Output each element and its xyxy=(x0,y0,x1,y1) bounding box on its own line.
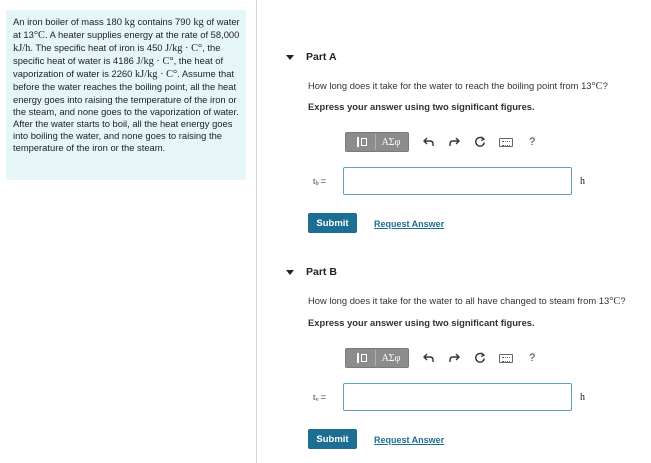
variable-label: tb = xyxy=(313,176,343,187)
collapse-triangle-icon[interactable] xyxy=(286,269,294,275)
keyboard-icon[interactable] xyxy=(499,351,513,365)
question-unit: °C xyxy=(591,81,603,92)
equals-sign: = xyxy=(320,175,327,186)
part-a-instruction: Express your answer using two significan… xyxy=(308,101,535,112)
keyboard-icon[interactable] xyxy=(499,135,513,149)
templates-button[interactable] xyxy=(348,134,376,150)
column-divider xyxy=(256,0,257,463)
question-unit: °C xyxy=(609,296,621,307)
part-b-answer-row: tv = h xyxy=(313,383,585,411)
part-a-title: Part A xyxy=(306,51,337,63)
unit-text: kJ/kg · C° xyxy=(134,69,178,81)
reset-icon[interactable] xyxy=(473,351,487,365)
part-a-submit-button[interactable]: Submit xyxy=(308,213,357,233)
answer-unit: h xyxy=(580,391,585,403)
variable-subscript: v xyxy=(315,395,319,403)
part-b-request-answer-link[interactable]: Request Answer xyxy=(374,435,444,445)
part-a-header[interactable]: Part A xyxy=(286,51,337,63)
question-end: ? xyxy=(602,80,608,91)
problem-text: contains 790 xyxy=(137,16,191,27)
part-a-request-answer-link[interactable]: Request Answer xyxy=(374,219,444,229)
greek-symbols-button[interactable]: ΑΣφ xyxy=(376,350,406,366)
variable-label: tv = xyxy=(313,392,343,403)
redo-icon[interactable] xyxy=(447,135,461,149)
problem-text: An iron boiler of mass 180 xyxy=(13,16,122,27)
equals-sign: = xyxy=(320,391,327,402)
unit-text: kg xyxy=(124,17,135,28)
part-a-answer-row: tb = h xyxy=(313,167,585,195)
unit-text: kJ/h xyxy=(13,43,31,55)
question-end: ? xyxy=(620,295,626,306)
part-a-math-toolbar: ΑΣφ ? xyxy=(345,129,566,155)
unit-text: kg xyxy=(193,17,204,28)
part-b-math-toolbar: ΑΣφ ? xyxy=(345,345,566,371)
unit-text: J/kg · C° xyxy=(136,56,174,68)
part-a-question: How long does it take for the water to r… xyxy=(308,80,608,92)
part-b-title: Part B xyxy=(306,266,337,278)
answer-unit: h xyxy=(580,175,585,187)
problem-text: . A heater supplies energy at the rate o… xyxy=(44,29,240,41)
unit-text: °C xyxy=(33,30,45,42)
question-text: How long does it take for the water to r… xyxy=(308,80,592,91)
redo-icon[interactable] xyxy=(447,351,461,365)
part-b-answer-input[interactable] xyxy=(343,383,572,411)
part-b-header[interactable]: Part B xyxy=(286,266,337,278)
templates-icon xyxy=(356,137,367,147)
greek-symbols-button[interactable]: ΑΣφ xyxy=(376,134,406,150)
problem-statement: An iron boiler of mass 180 kg contains 7… xyxy=(6,10,246,180)
reset-icon[interactable] xyxy=(473,135,487,149)
part-b-instruction: Express your answer using two significan… xyxy=(308,317,535,328)
part-b-submit-button[interactable]: Submit xyxy=(308,429,357,449)
problem-text: . Assume that before the water reaches t… xyxy=(13,68,239,153)
templates-button[interactable] xyxy=(348,350,376,366)
toolbar-button-group: ΑΣφ xyxy=(345,132,409,152)
part-b-question: How long does it take for the water to a… xyxy=(308,295,626,307)
part-a-answer-input[interactable] xyxy=(343,167,572,195)
templates-icon xyxy=(356,353,367,363)
help-icon[interactable]: ? xyxy=(525,135,539,149)
problem-text: . The specific heat of iron is 450 xyxy=(30,42,163,54)
variable-subscript: b xyxy=(315,179,319,187)
undo-icon[interactable] xyxy=(421,135,435,149)
question-text: How long does it take for the water to a… xyxy=(308,295,610,306)
undo-icon[interactable] xyxy=(421,351,435,365)
toolbar-button-group: ΑΣφ xyxy=(345,348,409,368)
unit-text: J/kg · C° xyxy=(165,43,203,55)
collapse-triangle-icon[interactable] xyxy=(286,54,294,60)
help-icon[interactable]: ? xyxy=(525,351,539,365)
